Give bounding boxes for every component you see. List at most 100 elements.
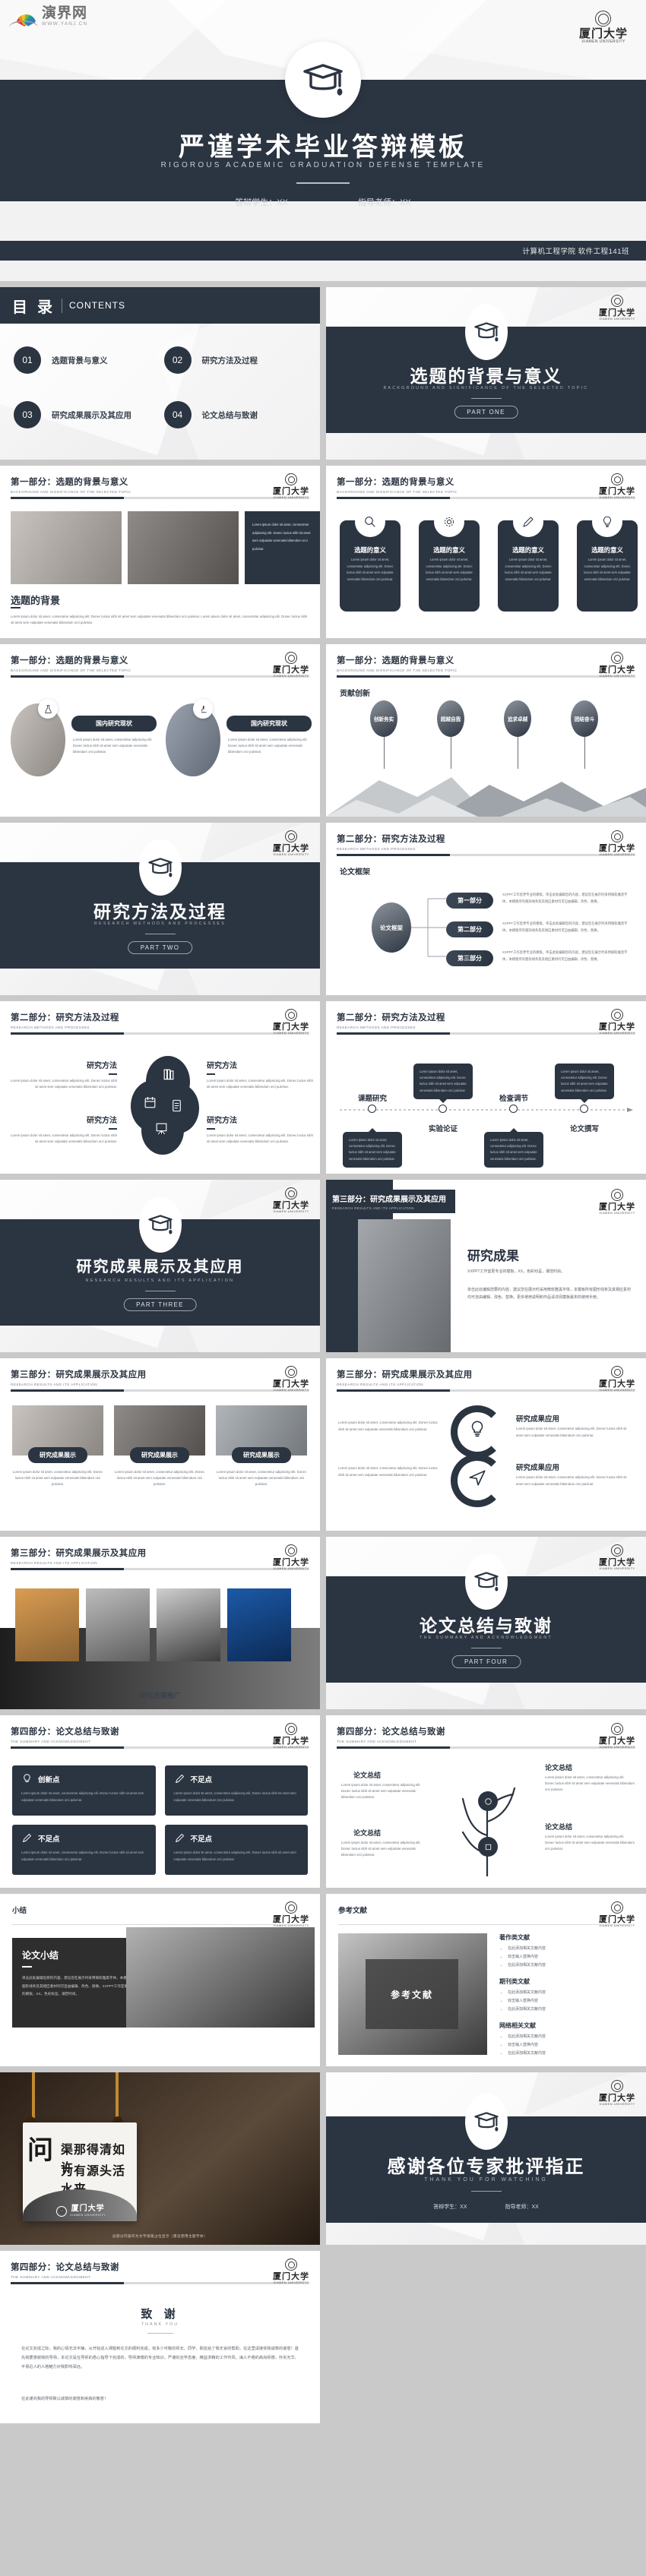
slide-section-divider-two: 厦门大学 XIAMEN UNIVERSITY 研究方法及过程 RESEARCH … <box>0 823 320 995</box>
university-name-en: XIAMEN UNIVERSITY <box>599 495 635 499</box>
summary-label-4: 论文总结 <box>545 1824 573 1832</box>
meaning-card-4[interactable]: 选题的意义 Lorem ipsum dolor sit amet, consec… <box>577 507 638 612</box>
innovation-balloon-3: 追求卓越 <box>504 700 531 769</box>
section-title: 论文总结与致谢 <box>420 1617 553 1636</box>
flask-icon <box>38 699 58 719</box>
photo-business-meeting <box>358 1219 451 1352</box>
slide-result-gallery: 第三部分：研究成果展示及其应用 RESEARCH RESULTS AND ITS… <box>0 1537 320 1709</box>
summary-label-2: 论文总结 <box>353 1830 382 1838</box>
university-seal-icon <box>285 1187 297 1199</box>
slide-thank-you: 厦门大学 XIAMEN UNIVERSITY 感谢各位专家批评指正 THANK … <box>326 2072 646 2245</box>
point-card-4[interactable]: 不足点 Lorem ipsum dolor sit amet, consecte… <box>164 1825 308 1875</box>
references-item: 双击输入替换内容 <box>508 1997 638 2005</box>
point-card-3[interactable]: 不足点 Lorem ipsum dolor sit amet, consecte… <box>12 1825 156 1875</box>
graduation-cap-icon <box>464 1554 508 1610</box>
photo-city-bw <box>86 1588 150 1661</box>
status-body-1: Lorem ipsum dolor sit amet, consectetur … <box>73 738 153 754</box>
university-name-en: XIAMEN UNIVERSITY <box>599 1566 635 1570</box>
cover-advisor-label: 指导老师：XX <box>358 198 411 207</box>
calendar-icon <box>144 1096 156 1108</box>
timeline-label-2: 实验论证 <box>428 1125 458 1133</box>
poem-signboard: 问 渠那得清如许 为有源头活水来 厦门大学 XIAMEN UNIVERSITY <box>23 2122 137 2221</box>
toc-item-02[interactable]: 02 研究方法及过程 <box>163 346 307 374</box>
slide-header-subtitle: THE SUMMARY AND ACKNOWLEDGMENT <box>11 2275 91 2279</box>
university-logo: 厦门大学 XIAMEN UNIVERSITY <box>599 830 635 856</box>
background-body-text: Lorem ipsum dolor sit amet, consectetur … <box>11 615 308 625</box>
university-logo: 厦门大学 XIAMEN UNIVERSITY <box>599 652 635 678</box>
point-card-1[interactable]: 创新点 Lorem ipsum dolor sit amet, consecte… <box>12 1765 156 1816</box>
point-card-2[interactable]: 不足点 Lorem ipsum dolor sit amet, consecte… <box>164 1765 308 1816</box>
references-item: 在此添加相关文献内容 <box>508 2033 638 2041</box>
summary-body-4: Lorem ipsum dolor sit amet, consectetur … <box>545 1835 635 1851</box>
slide-research-result: 第三部分：研究成果展示及其应用 RESEARCH RESULTS AND ITS… <box>326 1180 646 1352</box>
slide-header-subtitle: BACKGROUND AND SIGNIFICANCE OF THE SELEC… <box>337 668 458 672</box>
university-logo: 厦门大学 XIAMEN UNIVERSITY <box>599 1009 635 1035</box>
brief-heading: 论文小结 <box>22 1950 59 1961</box>
university-logo: 厦门大学 XIAMEN UNIVERSITY <box>273 652 309 678</box>
university-name-cn: 厦门大学 <box>273 486 309 496</box>
background-note-card: Lorem ipsum dolor sit amet, consectetur … <box>245 511 320 584</box>
university-logo: 厦门大学 XIAMEN UNIVERSITY <box>273 1187 309 1213</box>
university-seal-icon <box>611 295 623 307</box>
methods-body-text: Lorem ipsum dolor sit amet, consectetur … <box>11 1133 117 1144</box>
acknowledgement-body-2: 在此谨向我的导师致以诚挚的谢意和崇高的敬意！ <box>21 2397 109 2401</box>
meaning-card-body: Lorem ipsum dolor sit amet, consectetur … <box>505 558 552 581</box>
toc-item-03[interactable]: 03 研究成果展示及其应用 <box>14 401 157 428</box>
university-logo: 厦门大学 XIAMEN UNIVERSITY <box>273 473 309 499</box>
thanks-subtitle-en: THANK YOU FOR WATCHING <box>424 2177 548 2182</box>
university-name-cn: 厦门大学 <box>599 1022 635 1032</box>
university-seal-icon <box>285 830 297 842</box>
timeline-dot-3 <box>509 1105 518 1113</box>
toc-item-number: 04 <box>163 401 192 428</box>
slide-innovation-points: 第四部分：论文总结与致谢 THE SUMMARY AND ACKNOWLEDGM… <box>0 1715 320 1888</box>
magnifier-icon <box>355 507 385 537</box>
section-title: 研究方法及过程 <box>93 902 226 922</box>
section-subtitle-en: THE SUMMARY AND ACKNOWLEDGMENT <box>420 1636 553 1640</box>
slide-header-title: 第一部分：选题的背景与意义 <box>11 476 128 487</box>
university-logo: 厦门大学 XIAMEN UNIVERSITY <box>273 830 309 856</box>
gallery-caption: 研究成果推广 <box>139 1693 181 1700</box>
photo-desk-camera <box>128 511 239 584</box>
university-name-cn: 厦门大学 <box>273 2271 309 2281</box>
application-title-1: 研究成果应用 <box>516 1415 560 1424</box>
timeline-axis <box>340 1108 633 1112</box>
university-name-cn: 厦门大学 <box>599 1736 635 1746</box>
result-card-title: 研究成果展示 <box>28 1447 87 1463</box>
meaning-card-2[interactable]: 选题的意义 Lorem ipsum dolor sit amet, consec… <box>419 507 480 612</box>
presentation-overview: 演界网 WWW.YANJ.CN 厦门大学 XIAMEN UNIVERSITY 严… <box>0 0 646 2423</box>
poem-big-char: 问 <box>27 2135 53 2166</box>
meaning-card-title: 选题的意义 <box>354 546 386 554</box>
toc-items: 01 选题背景与意义 02 研究方法及过程 03 研究成果展示及其应用 04 论… <box>14 346 306 428</box>
university-seal-icon <box>285 1901 297 1914</box>
grid-empty-cell <box>326 2251 646 2423</box>
photo-night-skyline <box>227 1588 291 1661</box>
timeline-label-4: 论文撰写 <box>569 1125 599 1133</box>
methods-block-3: 研究方法 Lorem ipsum dolor sit amet, consect… <box>207 1059 313 1090</box>
university-seal-icon <box>611 2080 623 2092</box>
meaning-card-1[interactable]: 选题的意义 Lorem ipsum dolor sit amet, consec… <box>340 507 401 612</box>
gallery-photos <box>15 1588 291 1661</box>
toc-item-01[interactable]: 01 选题背景与意义 <box>14 346 157 374</box>
slide-header-title: 第四部分：论文总结与致谢 <box>11 2262 119 2272</box>
university-name-cn: 厦门大学 <box>599 843 635 853</box>
photo-desk-laptop <box>11 511 122 584</box>
graduation-cap-icon <box>138 1196 182 1253</box>
toc-item-04[interactable]: 04 论文总结与致谢 <box>163 401 307 428</box>
section-title: 研究成果展示及其应用 <box>76 1257 244 1275</box>
references-tab-label: 参考文献 <box>338 1907 368 1915</box>
university-seal-icon <box>611 1544 623 1557</box>
pencil-icon <box>175 1834 184 1842</box>
innovation-heading: 贡献创新 <box>340 690 370 698</box>
slides-grid: 目 录 CONTENTS 01 选题背景与意义 02 研究方法及过程 03 研究… <box>0 281 646 2423</box>
references-card-title: 参考文献 <box>366 1959 458 2029</box>
university-name-en: XIAMEN UNIVERSITY <box>599 2102 635 2106</box>
cover-subtitle: RIGOROUS ACADEMIC GRADUATION DEFENSE TEM… <box>160 161 486 169</box>
meaning-card-3[interactable]: 选题的意义 Lorem ipsum dolor sit amet, consec… <box>498 507 559 612</box>
slide-result-application: 第三部分：研究成果展示及其应用 RESEARCH RESULTS AND ITS… <box>326 1358 646 1531</box>
slide-thesis-brief: 小结 厦门大学 XIAMEN UNIVERSITY 论文小结 单击此处编辑您想的… <box>0 1894 320 2066</box>
cover-slide: 演界网 WWW.YANJ.CN 厦门大学 XIAMEN UNIVERSITY 严… <box>0 0 646 281</box>
timeline-label-3: 检查调节 <box>499 1095 528 1103</box>
point-body: Lorem ipsum dolor sit amet, consectetur … <box>21 1791 144 1803</box>
university-name-en: XIAMEN UNIVERSITY <box>70 2213 106 2217</box>
references-item: 双击输入替换内容 <box>508 2041 638 2050</box>
